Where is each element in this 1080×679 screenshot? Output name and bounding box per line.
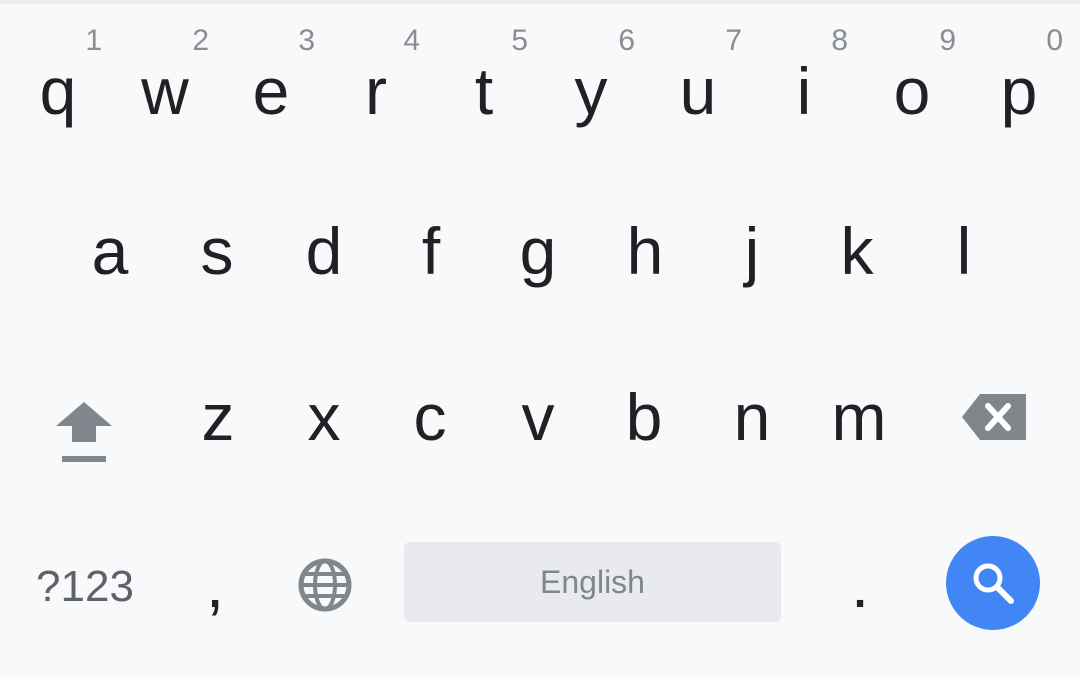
space-bar[interactable]: English	[404, 542, 781, 622]
globe-icon	[298, 558, 352, 612]
key-letter: a	[91, 214, 129, 288]
key-letter: l	[956, 214, 972, 288]
shift-key[interactable]	[36, 384, 132, 474]
key-letter: g	[519, 214, 557, 288]
virtual-keyboard: 1 q 2 w 3 e 4 r 5 t 6 y 7 u 8 i 9 o 0 p …	[0, 0, 1080, 679]
key-b[interactable]: b	[590, 4, 698, 450]
search-button[interactable]	[946, 536, 1040, 630]
key-m[interactable]: m	[805, 4, 913, 450]
period-key[interactable]: .	[820, 544, 900, 624]
key-v[interactable]: v	[484, 4, 592, 450]
backspace-key[interactable]	[950, 384, 1040, 454]
key-letter: n	[733, 380, 771, 454]
key-letter: v	[521, 380, 555, 454]
key-letter: j	[744, 214, 760, 288]
key-n[interactable]: n	[698, 4, 806, 450]
key-letter: z	[201, 380, 235, 454]
search-icon	[973, 563, 1014, 604]
key-l[interactable]: l	[910, 4, 1018, 284]
key-letter: f	[421, 214, 441, 288]
comma-key[interactable]: ,	[170, 544, 260, 624]
key-letter: k	[840, 214, 874, 288]
key-letter: d	[305, 214, 343, 288]
key-z[interactable]: z	[164, 4, 272, 450]
key-c[interactable]: c	[376, 4, 484, 450]
symbols-key[interactable]: ?123	[20, 552, 150, 622]
backspace-icon	[962, 394, 1026, 440]
key-number-hint: 0	[1046, 24, 1063, 57]
key-a[interactable]: a	[56, 4, 164, 284]
shift-icon	[56, 402, 112, 462]
key-letter: s	[200, 214, 234, 288]
key-letter: b	[625, 380, 663, 454]
key-letter: h	[626, 214, 664, 288]
key-letter: x	[307, 380, 341, 454]
key-x[interactable]: x	[270, 4, 378, 450]
key-letter: c	[413, 380, 447, 454]
key-letter: m	[831, 380, 887, 454]
language-switch-key[interactable]	[294, 554, 356, 616]
